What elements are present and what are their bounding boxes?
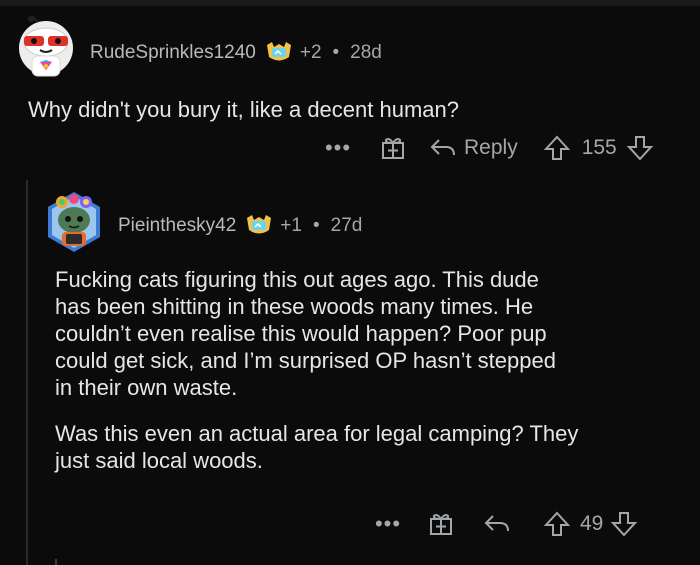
thread-line[interactable] — [26, 180, 28, 565]
award-badge-icon[interactable] — [246, 214, 272, 238]
more-options-button[interactable]: ••• — [310, 135, 366, 161]
vote-count: 155 — [581, 136, 617, 159]
reply-button[interactable]: Reply — [430, 136, 518, 160]
comment-actions-2: ••• 49 — [360, 506, 638, 542]
thread-line-nested — [55, 559, 57, 565]
upvote-arrow-icon — [544, 511, 570, 536]
award-badge-icon[interactable] — [266, 41, 292, 65]
vote-count: 49 — [580, 512, 604, 535]
upvote-button[interactable] — [543, 135, 570, 161]
reply-label: Reply — [464, 136, 518, 159]
reply-arrow-icon — [430, 139, 455, 156]
separator-dot: • — [312, 215, 320, 236]
upvote-arrow-icon — [543, 135, 570, 160]
comment-body: Why didn't you bury it, like a decent hu… — [28, 97, 459, 122]
username[interactable]: Pieinthesky42 — [118, 215, 236, 237]
comment-meta-1: RudeSprinkles1240 +2 • 28d — [90, 38, 382, 68]
comment-actions-1: ••• Reply 155 — [310, 130, 653, 166]
downvote-arrow-icon — [611, 512, 638, 537]
reply-arrow-icon — [484, 515, 509, 532]
avatar-rudesprinkles[interactable] — [18, 15, 74, 82]
reply-button[interactable] — [484, 513, 510, 535]
top-edge-bar — [0, 0, 700, 6]
downvote-arrow-icon — [626, 136, 653, 161]
separator-dot: • — [332, 42, 340, 63]
comment-age: 28d — [350, 42, 382, 63]
username[interactable]: RudeSprinkles1240 — [90, 42, 256, 64]
score-delta: +1 — [280, 215, 302, 236]
downvote-button[interactable] — [611, 511, 638, 537]
downvote-button[interactable] — [626, 135, 653, 161]
award-gift-icon[interactable] — [428, 511, 454, 537]
snoo-avatar-icon — [19, 15, 73, 77]
comment-body: Fucking cats figuring this out ages ago.… — [55, 266, 685, 493]
avatar-pieinthesky[interactable] — [42, 190, 106, 254]
comment-age: 27d — [330, 215, 363, 236]
award-gift-icon[interactable] — [380, 135, 406, 161]
snoo-avatar-icon — [48, 192, 100, 252]
comment-paragraph: Fucking cats figuring this out ages ago.… — [55, 267, 556, 400]
comment-meta-2: Pieinthesky42 +1 • 27d — [118, 211, 362, 241]
score-delta: +2 — [299, 42, 322, 63]
comment-paragraph: Was this even an actual area for legal c… — [55, 421, 579, 473]
more-options-button[interactable]: ••• — [360, 511, 416, 537]
upvote-button[interactable] — [544, 511, 570, 537]
